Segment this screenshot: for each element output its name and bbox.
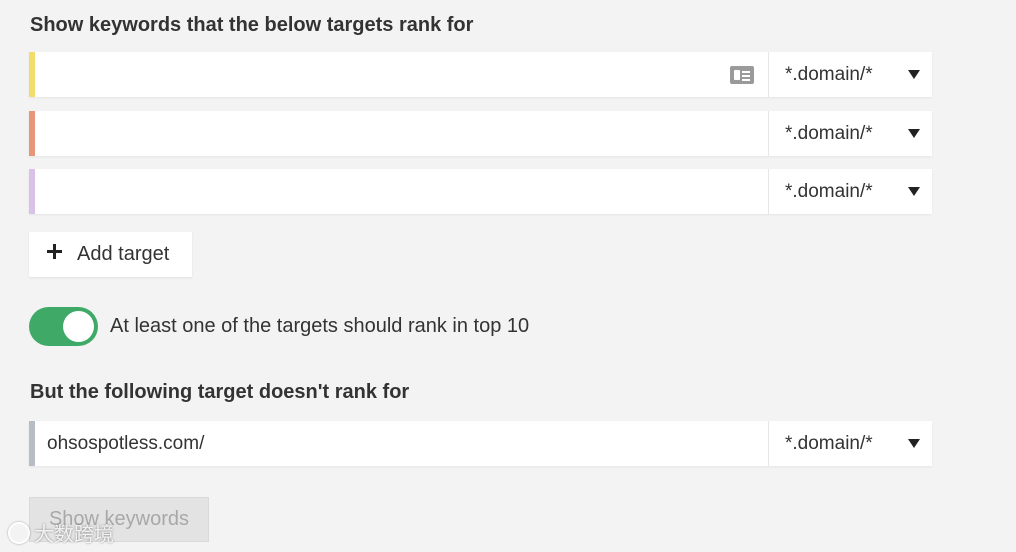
contact-card-icon[interactable]: [730, 65, 754, 84]
target-input-wrap: [35, 421, 768, 466]
caret-down-icon: [908, 70, 920, 79]
caret-down-icon: [908, 129, 920, 138]
plus-icon: [47, 244, 62, 259]
top10-toggle[interactable]: [29, 307, 98, 346]
target-mode-select-3[interactable]: *.domain/*: [768, 169, 932, 214]
target-row-1: *.domain/*: [29, 52, 932, 97]
exclude-target-mode-select[interactable]: *.domain/*: [768, 421, 932, 466]
target-mode-value: *.domain/*: [785, 63, 873, 85]
toggle-knob: [63, 311, 94, 342]
target-mode-value: *.domain/*: [785, 432, 873, 454]
target-input-wrap: [35, 52, 768, 97]
add-target-button[interactable]: Add target: [29, 232, 192, 277]
section-title-include: Show keywords that the below targets ran…: [30, 14, 474, 36]
target-input-wrap: [35, 169, 768, 214]
target-input-3[interactable]: [35, 169, 768, 214]
target-input-1[interactable]: [35, 52, 768, 97]
target-mode-select-2[interactable]: *.domain/*: [768, 111, 932, 156]
add-target-label: Add target: [77, 243, 170, 265]
target-mode-value: *.domain/*: [785, 180, 873, 202]
caret-down-icon: [908, 439, 920, 448]
target-mode-value: *.domain/*: [785, 122, 873, 144]
exclude-target-row: *.domain/*: [29, 421, 932, 466]
target-input-2[interactable]: [35, 111, 768, 156]
top10-toggle-row: At least one of the targets should rank …: [29, 307, 529, 346]
target-row-3: *.domain/*: [29, 169, 932, 214]
target-input-wrap: [35, 111, 768, 156]
top10-toggle-label: At least one of the targets should rank …: [110, 315, 530, 337]
section-title-exclude: But the following target doesn't rank fo…: [30, 381, 410, 403]
exclude-target-input[interactable]: [35, 421, 768, 466]
target-mode-select-1[interactable]: *.domain/*: [768, 52, 932, 97]
target-row-2: *.domain/*: [29, 111, 932, 156]
caret-down-icon: [908, 187, 920, 196]
watermark-logo-icon: [8, 521, 30, 544]
show-keywords-button[interactable]: Show keywords: [29, 497, 209, 542]
